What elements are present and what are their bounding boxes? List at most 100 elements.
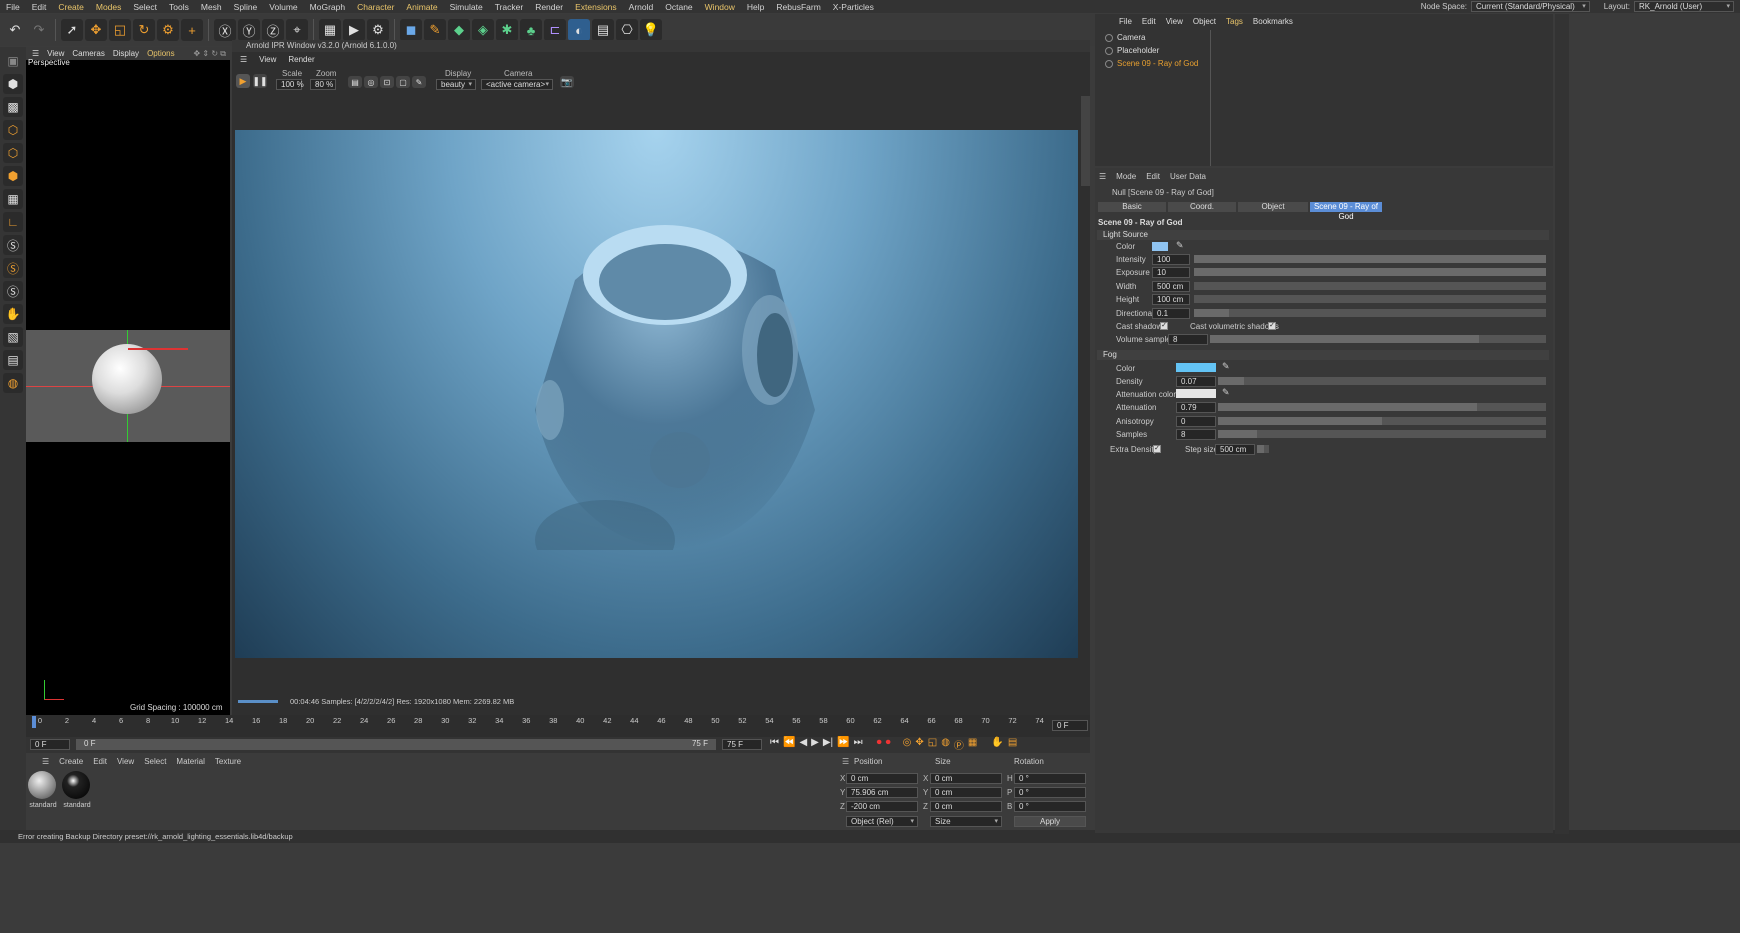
menu-item-mesh[interactable]: Mesh bbox=[195, 2, 228, 12]
menu-item-spline[interactable]: Spline bbox=[228, 2, 264, 12]
light-color-swatch[interactable] bbox=[1152, 242, 1168, 251]
light-param-field[interactable]: 10 bbox=[1152, 267, 1190, 279]
position-x-field[interactable]: 0 cm bbox=[846, 773, 918, 784]
size-x-field[interactable]: 0 cm bbox=[930, 773, 1002, 784]
tab-scene[interactable]: Scene 09 - Ray of God bbox=[1310, 202, 1382, 221]
attr-menu-userdata[interactable]: User Data bbox=[1170, 172, 1206, 181]
menu-item-modes[interactable]: Modes bbox=[90, 2, 128, 12]
object-row-placeholder[interactable]: Placeholder bbox=[1105, 46, 1159, 55]
object-row-camera[interactable]: Camera bbox=[1105, 33, 1145, 42]
region-icon[interactable]: ▢ bbox=[396, 76, 410, 88]
mograph-cloner-icon[interactable]: ✱ bbox=[496, 19, 518, 41]
scale-field[interactable]: 100 % bbox=[276, 79, 304, 90]
object-menu-file[interactable]: File bbox=[1119, 17, 1132, 26]
cast-vol-checkbox[interactable]: ✓ bbox=[1268, 322, 1276, 330]
solo-icon[interactable]: ▧ bbox=[3, 327, 23, 347]
tab-coord[interactable]: Coord. bbox=[1168, 202, 1236, 212]
viewport-menu-cameras[interactable]: Cameras bbox=[72, 49, 104, 58]
points-mode-icon[interactable]: ⬡ bbox=[3, 120, 23, 140]
polygons-mode-icon[interactable]: ⬢ bbox=[3, 166, 23, 186]
extra-density-checkbox[interactable]: ✓ bbox=[1153, 445, 1161, 453]
ipr-view-buttons[interactable]: ▤ ◎ ⊡ ▢ ✎ bbox=[348, 76, 428, 88]
material-menu-material[interactable]: Material bbox=[176, 757, 204, 766]
viewport-nav-icons[interactable]: ✥ ⇕ ↻ ⧉ bbox=[194, 49, 231, 59]
select-tool-icon[interactable]: ➚ bbox=[61, 19, 83, 41]
menu-item-edit[interactable]: Edit bbox=[26, 2, 53, 12]
menu-item-render[interactable]: Render bbox=[529, 2, 569, 12]
ipr-menu-view[interactable]: View bbox=[259, 55, 276, 64]
material-menu-view[interactable]: View bbox=[117, 757, 134, 766]
recent-tool-icon[interactable]: ⚙ bbox=[157, 19, 179, 41]
record-icon[interactable]: ⏺ bbox=[877, 737, 882, 751]
menu-item-help[interactable]: Help bbox=[741, 2, 770, 12]
zoom-field[interactable]: 80 % bbox=[310, 79, 336, 90]
fog-section[interactable]: Fog bbox=[1097, 350, 1549, 360]
key-position-icon[interactable]: ✥ bbox=[915, 737, 923, 751]
eyedropper-icon[interactable]: ✎ bbox=[1176, 240, 1184, 251]
picker-icon[interactable]: ✎ bbox=[412, 76, 426, 88]
render-region-icon[interactable]: ▦ bbox=[319, 19, 341, 41]
viewport-menu-icon[interactable]: ☰ bbox=[32, 49, 39, 58]
fog-param-slider[interactable] bbox=[1218, 429, 1546, 438]
object-menu-edit[interactable]: Edit bbox=[1142, 17, 1156, 26]
fog-param-slider[interactable] bbox=[1218, 416, 1546, 425]
next-key-icon[interactable]: ⏩ bbox=[837, 737, 849, 751]
layout-dropdown[interactable]: RK_Arnold (User) bbox=[1634, 1, 1734, 12]
uv-mode-icon[interactable]: ▦ bbox=[3, 189, 23, 209]
redo-icon[interactable]: ↷ bbox=[28, 19, 50, 41]
light-param-slider[interactable] bbox=[1194, 308, 1546, 317]
next-frame-icon[interactable]: ▶| bbox=[823, 737, 833, 751]
spline-icon[interactable]: ◐ bbox=[568, 19, 590, 41]
attr-menu-icon[interactable]: ☰ bbox=[1099, 172, 1106, 181]
workplane-icon[interactable]: Ⓢ bbox=[3, 281, 23, 301]
fog-color-swatch[interactable] bbox=[1176, 363, 1216, 372]
fog-param-field[interactable]: 0.07 bbox=[1176, 376, 1216, 387]
current-frame-field[interactable]: 0 F bbox=[1052, 720, 1088, 731]
crop-icon[interactable]: ⊡ bbox=[380, 76, 394, 88]
menu-item-window[interactable]: Window bbox=[699, 2, 741, 12]
snapshot-icon[interactable]: 📷 bbox=[560, 76, 574, 88]
volume-samples-field[interactable]: 8 bbox=[1168, 334, 1208, 345]
menu-item-tracker[interactable]: Tracker bbox=[489, 2, 530, 12]
model-mode-icon[interactable]: ⬢ bbox=[3, 74, 23, 94]
attr-menu-mode[interactable]: Mode bbox=[1116, 172, 1136, 181]
axis-mode-icon[interactable]: ∟ bbox=[3, 212, 23, 232]
menu-item-volume[interactable]: Volume bbox=[263, 2, 303, 12]
tab-object[interactable]: Object bbox=[1238, 202, 1308, 212]
globe-icon[interactable]: ◎ bbox=[364, 76, 378, 88]
menu-item-extensions[interactable]: Extensions bbox=[569, 2, 623, 12]
menu-item-xparticles[interactable]: X-Particles bbox=[827, 2, 880, 12]
rotation-p-field[interactable]: 0 ° bbox=[1014, 787, 1086, 798]
scene-object-preview[interactable] bbox=[92, 344, 162, 414]
menu-item-file[interactable]: File bbox=[0, 2, 26, 12]
end-frame-field[interactable]: 75 F bbox=[722, 739, 762, 750]
first-frame-icon[interactable]: ⏮ bbox=[770, 737, 779, 751]
menu-item-select[interactable]: Select bbox=[127, 2, 163, 12]
make-editable-icon[interactable]: ▣ bbox=[3, 51, 23, 71]
material-menu-edit[interactable]: Edit bbox=[93, 757, 107, 766]
z-axis-icon[interactable]: Ⓩ bbox=[262, 19, 284, 41]
prev-key-icon[interactable]: ⏪ bbox=[783, 737, 795, 751]
menu-item-animate[interactable]: Animate bbox=[400, 2, 443, 12]
object-menu-object[interactable]: Object bbox=[1193, 17, 1216, 26]
light-param-field[interactable]: 100 bbox=[1152, 254, 1190, 265]
viewport-menu-options[interactable]: Options bbox=[147, 49, 175, 58]
play-icon[interactable]: ▶ bbox=[236, 74, 250, 88]
timeline-window-icon[interactable]: ▤ bbox=[1008, 737, 1017, 751]
light-param-slider[interactable] bbox=[1194, 295, 1546, 304]
texture-mode-icon[interactable]: ▩ bbox=[3, 97, 23, 117]
material-menu-select[interactable]: Select bbox=[144, 757, 166, 766]
material-item[interactable]: standard bbox=[28, 771, 58, 809]
display-dropdown[interactable]: beauty bbox=[436, 79, 476, 90]
light-source-section[interactable]: Light Source bbox=[1097, 230, 1549, 240]
attr-menu-edit[interactable]: Edit bbox=[1146, 172, 1160, 181]
step-size-field[interactable]: 500 cm bbox=[1215, 444, 1255, 455]
play-forward-icon[interactable]: ▶ bbox=[811, 737, 819, 751]
field-icon[interactable]: ⊏ bbox=[544, 19, 566, 41]
atten-color-swatch[interactable] bbox=[1176, 389, 1216, 398]
frame-range-slider[interactable]: 0 F 75 F bbox=[76, 739, 716, 750]
edges-mode-icon[interactable]: ⬡ bbox=[3, 143, 23, 163]
coordinate-system-icon[interactable]: ⌖ bbox=[286, 19, 308, 41]
object-menu-tags[interactable]: Tags bbox=[1226, 17, 1243, 26]
camera-dropdown[interactable]: <active camera> bbox=[481, 79, 553, 90]
